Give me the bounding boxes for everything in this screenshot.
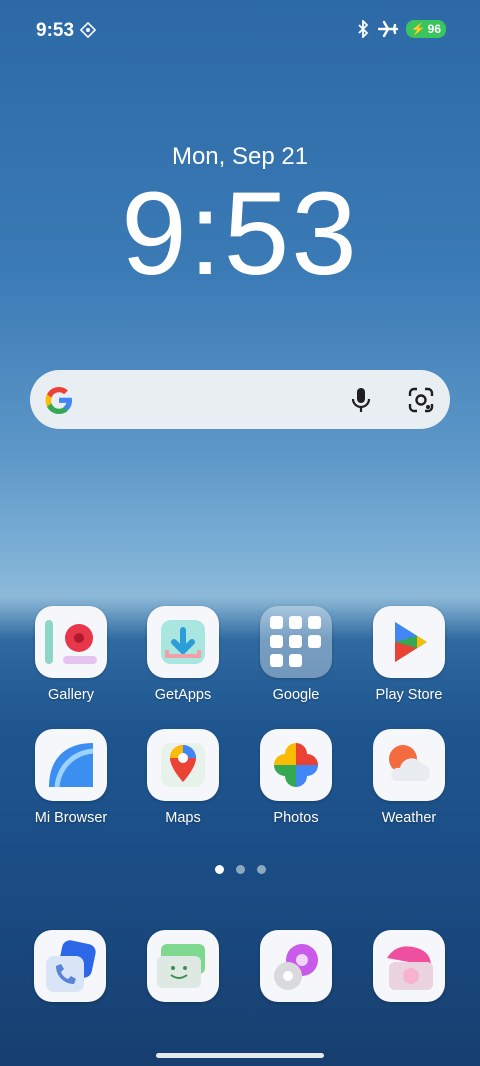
maps-icon bbox=[147, 729, 219, 801]
app-label: Google bbox=[272, 687, 320, 703]
play-store-icon bbox=[373, 606, 445, 678]
app-label: Weather bbox=[381, 810, 437, 826]
app-play-store[interactable]: Play Store bbox=[355, 606, 463, 703]
messages-icon bbox=[157, 944, 205, 988]
status-time: 9:53 bbox=[36, 20, 75, 41]
app-gallery[interactable]: Gallery bbox=[17, 606, 125, 703]
folder-mini-app bbox=[289, 616, 302, 629]
app-label: Photos bbox=[273, 810, 319, 826]
folder-mini-app bbox=[270, 654, 283, 667]
app-photos[interactable]: Photos bbox=[242, 729, 350, 826]
google-g-icon bbox=[45, 387, 72, 414]
bluetooth-icon bbox=[358, 20, 368, 38]
page-indicator bbox=[0, 865, 480, 874]
clock-widget[interactable]: 9:53 bbox=[0, 175, 480, 293]
page-dot-3[interactable] bbox=[256, 865, 266, 874]
folder-mini-app bbox=[270, 616, 283, 629]
app-label: Play Store bbox=[375, 687, 443, 703]
folder-mini-app bbox=[270, 635, 283, 648]
app-label: Mi Browser bbox=[34, 810, 108, 826]
nfc-icon bbox=[80, 22, 96, 38]
date-text: Mon, Sep 21 bbox=[171, 143, 309, 170]
gallery-icon bbox=[35, 606, 107, 678]
airplane-mode-icon bbox=[377, 20, 398, 38]
weather-icon bbox=[373, 729, 445, 801]
app-label: Gallery bbox=[48, 687, 94, 703]
google-search-bar[interactable] bbox=[30, 370, 450, 429]
app-label: GetApps bbox=[154, 687, 212, 703]
dock-messages[interactable] bbox=[147, 930, 219, 1002]
getapps-icon bbox=[147, 606, 219, 678]
phone-icon bbox=[46, 940, 96, 992]
page-dot-1[interactable] bbox=[214, 865, 224, 874]
battery-charging-icon: ⚡ bbox=[410, 22, 426, 36]
camera-icon bbox=[387, 946, 433, 990]
folder-mini-app bbox=[289, 635, 302, 648]
app-mi-browser[interactable]: Mi Browser bbox=[17, 729, 125, 826]
page-dot-2[interactable] bbox=[235, 865, 245, 874]
folder-mini-app bbox=[308, 635, 321, 648]
voice-search-mic-icon[interactable] bbox=[350, 386, 372, 414]
app-folder-google[interactable]: Google bbox=[242, 606, 350, 703]
app-getapps[interactable]: GetApps bbox=[129, 606, 237, 703]
mi-browser-icon bbox=[35, 729, 107, 801]
gesture-nav-bar[interactable] bbox=[156, 1053, 324, 1058]
status-bar: 9:53 ⚡ 96 bbox=[0, 0, 480, 62]
battery-indicator: ⚡ 96 bbox=[405, 20, 446, 38]
settings-gear-icon bbox=[274, 944, 318, 990]
dock-camera[interactable] bbox=[373, 930, 445, 1002]
google-lens-icon[interactable] bbox=[407, 386, 435, 414]
photos-icon bbox=[260, 729, 332, 801]
folder-mini-app bbox=[308, 616, 321, 629]
app-maps[interactable]: Maps bbox=[129, 729, 237, 826]
dock-settings[interactable] bbox=[260, 930, 332, 1002]
google-folder-icon bbox=[260, 606, 332, 678]
app-label: Maps bbox=[165, 810, 201, 826]
folder-mini-app bbox=[289, 654, 302, 667]
app-weather[interactable]: Weather bbox=[355, 729, 463, 826]
dock-phone[interactable] bbox=[34, 930, 106, 1002]
